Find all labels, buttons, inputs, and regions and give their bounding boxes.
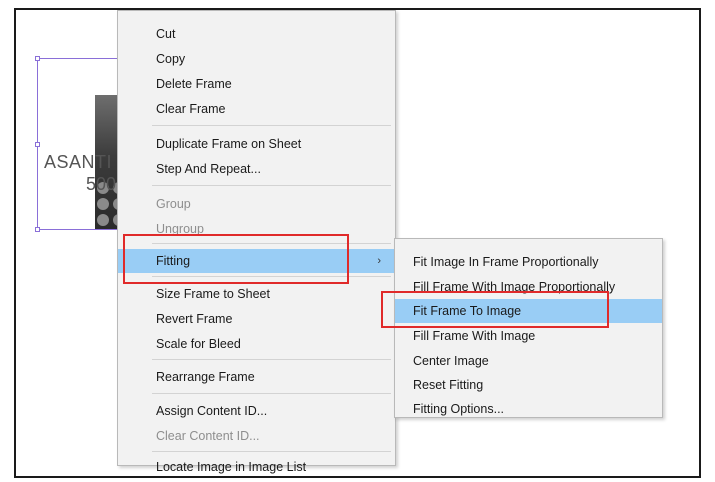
menu-item-group: Group (156, 197, 191, 211)
menu-separator (152, 125, 391, 126)
menu-item-revert-frame[interactable]: Revert Frame (118, 307, 395, 331)
submenu-item-fitting-options[interactable]: Fitting Options... (395, 397, 662, 421)
menu-separator (152, 185, 391, 186)
resize-handle-bottom-left[interactable] (35, 227, 40, 232)
menu-item-cut[interactable]: Cut (118, 22, 395, 46)
menu-separator (152, 451, 391, 452)
submenu-item-reset-fitting[interactable]: Reset Fitting (395, 373, 662, 397)
menu-separator (152, 359, 391, 360)
menu-item-clear-frame[interactable]: Clear Frame (118, 97, 395, 121)
menu-item-delete-frame[interactable]: Delete Frame (118, 72, 395, 96)
menu-item-locate-image-in-image-list[interactable]: Locate Image in Image List (118, 455, 395, 479)
menu-separator (152, 393, 391, 394)
resize-handle-middle-left[interactable] (35, 142, 40, 147)
annotation-box-fitting (123, 234, 349, 284)
menu-item-assign-content-id[interactable]: Assign Content ID... (118, 399, 395, 423)
menu-item-step-and-repeat[interactable]: Step And Repeat... (118, 157, 395, 181)
menu-item-clear-content-id: Clear Content ID... (156, 429, 260, 443)
menu-item-copy[interactable]: Copy (118, 47, 395, 71)
menu-item-scale-for-bleed[interactable]: Scale for Bleed (118, 332, 395, 356)
resize-handle-top-left[interactable] (35, 56, 40, 61)
menu-item-rearrange-frame[interactable]: Rearrange Frame (118, 365, 395, 389)
submenu-arrow-icon: › (377, 255, 381, 267)
annotation-box-fit-frame-to-image (381, 291, 609, 328)
menu-item-size-frame-to-sheet[interactable]: Size Frame to Sheet (118, 282, 395, 306)
submenu-item-center-image[interactable]: Center Image (395, 349, 662, 373)
fitting-submenu: Fit Image In Frame Proportionally Fill F… (394, 238, 663, 418)
submenu-item-fit-image-in-frame-proportionally[interactable]: Fit Image In Frame Proportionally (395, 250, 662, 274)
menu-item-duplicate-frame-on-sheet[interactable]: Duplicate Frame on Sheet (118, 132, 395, 156)
